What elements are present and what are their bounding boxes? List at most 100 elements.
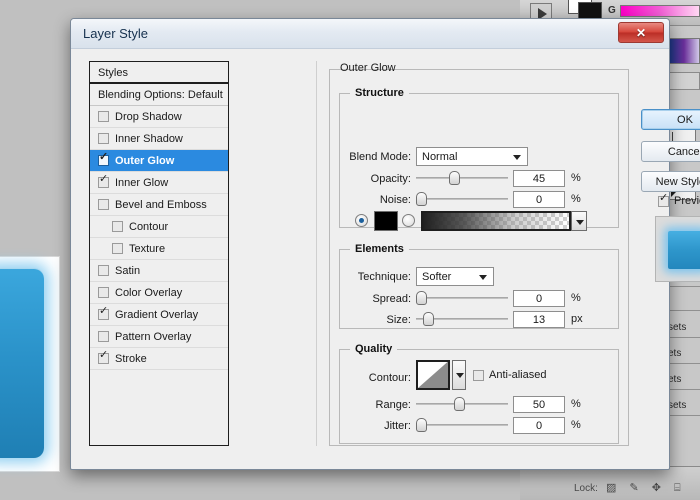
blend-mode-select[interactable]: Normal	[416, 147, 528, 166]
slider-thumb[interactable]	[416, 418, 427, 432]
style-item-bevel-and-emboss[interactable]: Bevel and Emboss	[90, 194, 228, 216]
gradient-preset-thumb[interactable]	[668, 38, 700, 64]
style-checkbox[interactable]	[98, 133, 109, 144]
outer-glow-title: Outer Glow	[340, 62, 396, 74]
chevron-down-icon	[513, 155, 521, 160]
style-checkbox[interactable]	[98, 306, 109, 320]
style-item-pattern-overlay[interactable]: Pattern Overlay	[90, 326, 228, 348]
noise-slider[interactable]	[416, 192, 508, 206]
style-checkbox[interactable]	[98, 287, 109, 298]
styles-list-panel: Styles Blending Options: Default Drop Sh…	[89, 61, 229, 446]
range-label: Range:	[375, 399, 411, 411]
noise-input[interactable]: 0	[513, 191, 565, 208]
slider-thumb[interactable]	[449, 171, 460, 185]
style-item-label: Texture	[129, 242, 166, 255]
slider-thumb[interactable]	[454, 397, 465, 411]
panel-tab[interactable]	[666, 72, 700, 90]
style-checkbox[interactable]	[112, 221, 123, 232]
style-item-texture[interactable]: Texture	[90, 238, 228, 260]
style-checkbox[interactable]	[98, 174, 109, 188]
spread-slider[interactable]	[416, 291, 508, 305]
dialog-titlebar[interactable]: Layer Style ✕	[71, 19, 669, 49]
noise-unit: %	[571, 193, 581, 205]
blending-options-row[interactable]: Blending Options: Default	[90, 84, 228, 106]
style-checkbox[interactable]	[98, 265, 109, 276]
style-item-contour[interactable]: Contour	[90, 216, 228, 238]
opacity-unit: %	[571, 172, 581, 184]
contour-preview[interactable]	[416, 360, 450, 390]
range-input[interactable]: 50	[513, 396, 565, 413]
style-checkbox[interactable]	[98, 152, 109, 166]
panel-menu-item[interactable]: sets	[668, 322, 686, 333]
style-item-outer-glow[interactable]: Outer Glow	[90, 150, 228, 172]
preview-label: Preview	[674, 195, 700, 207]
style-checkbox[interactable]	[98, 350, 109, 364]
size-unit: px	[571, 313, 583, 325]
lock-icons-group[interactable]: ▨ ✎ ✥ ⌸	[606, 481, 686, 495]
slider-track	[416, 297, 508, 299]
blend-mode-label: Blend Mode:	[349, 151, 411, 163]
style-checkbox[interactable]	[98, 199, 109, 210]
new-style-button[interactable]: New Style...	[641, 171, 700, 192]
style-item-drop-shadow[interactable]: Drop Shadow	[90, 106, 228, 128]
style-item-label: Color Overlay	[115, 286, 183, 299]
anti-aliased-checkbox[interactable]	[473, 369, 484, 381]
preview-checkbox[interactable]	[658, 193, 669, 207]
blend-mode-value: Normal	[422, 150, 458, 163]
slider-thumb[interactable]	[416, 291, 427, 305]
preview-checkbox-row[interactable]: Preview	[658, 193, 700, 207]
style-item-label: Stroke	[115, 352, 147, 365]
technique-select[interactable]: Softer	[416, 267, 494, 286]
style-checkbox[interactable]	[98, 111, 109, 122]
style-item-label: Gradient Overlay	[115, 308, 199, 321]
gradient-dropdown-arrow[interactable]	[571, 211, 587, 231]
spread-unit: %	[571, 292, 581, 304]
chevron-down-icon	[479, 275, 487, 280]
blue-button-artwork	[0, 268, 44, 458]
style-item-label: Inner Glow	[115, 176, 169, 189]
style-item-label: Bevel and Emboss	[115, 198, 207, 211]
panel-divider	[316, 61, 317, 446]
slider-thumb[interactable]	[416, 192, 427, 206]
size-slider[interactable]	[416, 312, 508, 326]
style-checkbox[interactable]	[98, 331, 109, 342]
style-item-label: Drop Shadow	[115, 110, 182, 123]
style-item-label: Contour	[129, 220, 169, 233]
opacity-slider[interactable]	[416, 171, 508, 185]
glow-gradient-preview[interactable]	[421, 211, 571, 231]
style-item-inner-shadow[interactable]: Inner Shadow	[90, 128, 228, 150]
range-slider[interactable]	[416, 397, 508, 411]
jitter-slider[interactable]	[416, 418, 508, 432]
style-item-label: Pattern Overlay	[115, 330, 192, 343]
panel-menu-item[interactable]: ets	[668, 374, 681, 385]
contour-dropdown-arrow[interactable]	[452, 360, 466, 390]
slider-track	[416, 198, 508, 200]
technique-label: Technique:	[357, 271, 411, 283]
style-item-stroke[interactable]: Stroke	[90, 348, 228, 370]
lock-label: Lock:	[574, 483, 598, 494]
cancel-button[interactable]: Cancel	[641, 141, 700, 162]
glow-gradient-radio[interactable]	[402, 214, 415, 227]
spread-input[interactable]: 0	[513, 290, 565, 307]
gradient-preview-bar[interactable]	[620, 5, 700, 17]
panel-menu-item[interactable]: sets	[668, 400, 686, 411]
styles-header: Styles	[90, 62, 228, 84]
anti-aliased-row[interactable]: Anti-aliased	[473, 369, 546, 381]
glow-color-swatch[interactable]	[374, 211, 398, 231]
jitter-input[interactable]: 0	[513, 417, 565, 434]
glow-color-radio[interactable]	[355, 214, 368, 227]
slider-thumb[interactable]	[423, 312, 434, 326]
opacity-input[interactable]: 45	[513, 170, 565, 187]
style-checkbox[interactable]	[112, 243, 123, 254]
size-input[interactable]: 13	[513, 311, 565, 328]
quality-title: Quality	[350, 343, 398, 355]
ok-button[interactable]: OK	[641, 109, 700, 130]
style-item-inner-glow[interactable]: Inner Glow	[90, 172, 228, 194]
panel-menu-item[interactable]: ets	[668, 348, 681, 359]
dialog-title: Layer Style	[83, 26, 149, 41]
close-button[interactable]: ✕	[618, 22, 664, 43]
style-item-gradient-overlay[interactable]: Gradient Overlay	[90, 304, 228, 326]
jitter-label: Jitter:	[384, 420, 411, 432]
style-item-color-overlay[interactable]: Color Overlay	[90, 282, 228, 304]
style-item-satin[interactable]: Satin	[90, 260, 228, 282]
